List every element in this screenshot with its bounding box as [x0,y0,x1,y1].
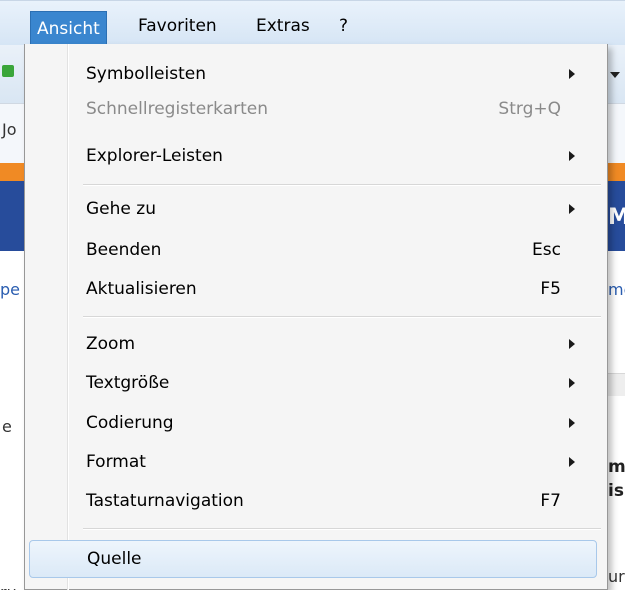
submenu-arrow-icon [569,457,575,467]
ansicht-dropdown-menu: Symbolleisten Schnellregisterkarten Strg… [24,44,608,590]
menu-item-codierung[interactable]: Codierung [29,406,597,441]
menu-help[interactable]: ? [339,11,348,41]
menu-item-label: Schnellregisterkarten [86,99,269,119]
menu-item-tastaturnavigation[interactable]: Tastaturnavigation F7 [29,484,597,519]
menu-item-shortcut: F5 [540,279,561,299]
menu-item-label: Format [86,452,146,472]
menu-favoriten[interactable]: Favoriten [138,11,217,41]
fragment-text: ur [608,567,625,586]
gray-strip [608,373,625,396]
fragment-link: pe [0,280,20,299]
menu-item-zoom[interactable]: Zoom [29,327,597,362]
menu-item-label: Textgröße [86,373,170,393]
fragment-text: e [2,417,12,436]
menu-item-gehe-zu[interactable]: Gehe zu [29,192,597,227]
menu-item-quelle[interactable]: Quelle [29,540,597,578]
menu-item-shortcut: F7 [540,491,561,511]
submenu-arrow-icon [569,378,575,388]
menu-separator [83,316,601,318]
menu-item-label: Zoom [86,334,136,354]
submenu-arrow-icon [569,151,575,161]
menu-item-label: Codierung [86,413,174,433]
fragment-text: is [608,481,624,501]
orange-bar [608,163,625,181]
address-strip [608,103,625,164]
fragment-text: m [608,457,625,477]
fragment-text: Jo [2,120,17,139]
menu-separator [83,528,601,530]
menu-item-label: Tastaturnavigation [86,491,244,511]
menu-item-symbolleisten[interactable]: Symbolleisten [29,57,597,92]
menu-item-label: Beenden [86,240,162,260]
menu-extras[interactable]: Extras [256,11,310,41]
menu-item-shortcut: Strg+Q [498,99,561,119]
fragment-text: M [608,205,625,230]
submenu-arrow-icon [569,418,575,428]
menu-item-explorer-leisten[interactable]: Explorer-Leisten [29,139,597,174]
menu-ansicht[interactable]: Ansicht [30,11,107,48]
menu-item-label: Symbolleisten [86,64,206,84]
chevron-down-icon[interactable] [610,72,620,78]
menu-item-schnellregisterkarten[interactable]: Schnellregisterkarten Strg+Q [29,92,597,127]
menu-item-format[interactable]: Format [29,445,597,480]
menu-bar: Ansicht Favoriten Extras ? [0,0,625,48]
fragment-text: ru [0,583,17,590]
menu-item-aktualisieren[interactable]: Aktualisieren F5 [29,272,597,307]
menu-item-label: Aktualisieren [86,279,197,299]
menu-item-beenden[interactable]: Beenden Esc [29,233,597,268]
menu-item-shortcut: Esc [532,240,561,260]
menu-item-label: Gehe zu [86,199,156,219]
fragment-link: me [608,280,625,299]
menu-separator [83,184,601,186]
submenu-arrow-icon [569,69,575,79]
menu-item-label: Quelle [87,549,142,569]
arrow-icon [2,65,14,77]
submenu-arrow-icon [569,339,575,349]
background-window-right: M me m is ur [608,45,625,590]
menu-item-textgroesse[interactable]: Textgröße [29,366,597,401]
menu-item-label: Explorer-Leisten [86,146,223,166]
submenu-arrow-icon [569,204,575,214]
